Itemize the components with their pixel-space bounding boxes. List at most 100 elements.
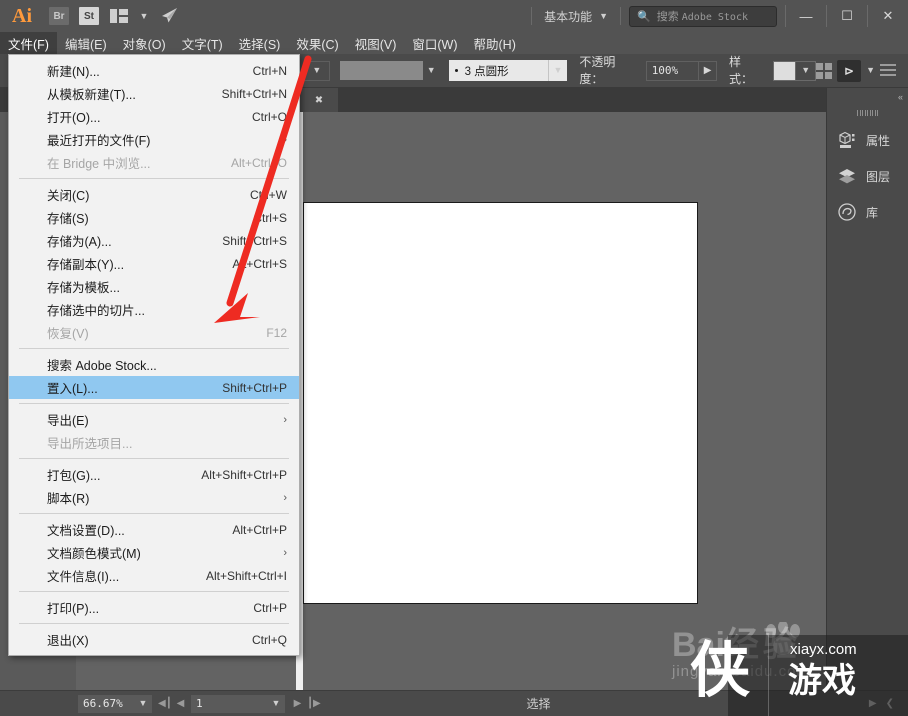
panel-layers[interactable]: 图层 [827,160,908,192]
fill-dropdown[interactable]: ▼ [304,60,330,81]
collapse-panels-icon[interactable]: « [827,88,908,106]
file-menu-item-label: 脚本(R) [47,492,90,506]
zoom-level-input[interactable]: 66.67% [78,694,134,713]
menu-type[interactable]: 文字(T) [174,32,231,54]
chevron-glyph: ▼ [139,10,149,21]
menu-separator [19,458,289,459]
brush-chevron-down-icon[interactable]: ▼ [547,60,568,81]
file-menu-item[interactable]: 存储(S) Ctrl+S [9,206,299,229]
file-menu-item: 恢复(V) F12 [9,321,299,344]
file-menu-item: 在 Bridge 中浏览... Alt+Ctrl+O [9,151,299,174]
close-button[interactable]: ✕ [868,0,908,32]
artboard-chevron-glyph: ▼ [271,698,281,708]
file-menu-item-label: 打开(O)... [47,111,101,125]
file-menu-item[interactable]: 文件信息(I)... Alt+Shift+Ctrl+I [9,564,299,587]
prev-artboard-icon[interactable]: ◀ [174,698,187,709]
panel-libraries[interactable]: 库 [827,196,908,228]
first-artboard-icon[interactable]: ◀┃ [158,698,172,709]
rocket-icon[interactable] [154,0,184,32]
artboard-number-input[interactable]: 1 [191,694,267,713]
file-menu-item-shortcut: Ctrl+W [250,187,287,202]
artboard[interactable] [303,202,698,604]
file-menu-item[interactable]: 导出(E) › [9,408,299,431]
stock-icon-label: St [79,7,99,25]
file-menu-item[interactable]: 打开(O)... Ctrl+O [9,105,299,128]
stroke-chevron-down-icon: ▼ [426,65,436,75]
stroke-swatch[interactable] [339,61,423,80]
panel-properties-label: 属性 [866,133,891,148]
menu-effect[interactable]: 效果(C) [288,32,346,54]
file-menu-item[interactable]: 从模板新建(T)... Shift+Ctrl+N [9,82,299,105]
style-chevron-glyph: ▼ [801,65,811,75]
menu-window[interactable]: 窗口(W) [404,32,465,54]
brush-definition-select[interactable]: 3 点圆形 [448,60,548,81]
document-setup-list-icon[interactable] [880,63,897,78]
menu-edit[interactable]: 编辑(E) [57,32,115,54]
brush-dot-icon [454,69,458,72]
status-collapse-icon[interactable]: ❮ [886,698,894,709]
menu-separator [19,513,289,514]
arrange-chevron-down-icon[interactable]: ▼ [134,0,154,32]
file-menu-item[interactable]: 关闭(C) Ctrl+W [9,183,299,206]
transform-chevron-down-icon[interactable]: ▼ [866,66,875,75]
control-bar-right-icons: ⊳ ▼ [816,59,908,82]
style-chevron-down-icon[interactable]: ▼ [796,60,817,81]
file-menu-item[interactable]: 存储为(A)... Shift+Ctrl+S [9,229,299,252]
file-menu-item[interactable]: 最近打开的文件(F) › [9,128,299,151]
panel-properties[interactable]: 属性 [827,124,908,156]
status-play-icon[interactable]: ▶ [869,698,877,709]
window-controls: — ☐ ✕ [785,0,908,32]
minimize-button[interactable]: — [786,0,826,32]
file-menu-item[interactable]: 文档颜色模式(M) › [9,541,299,564]
menu-object[interactable]: 对象(O) [115,32,174,54]
next-artboard-icon[interactable]: ▶ [291,698,304,709]
menu-help[interactable]: 帮助(H) [466,32,524,54]
file-menu-item-label: 存储(S) [47,212,89,226]
style-swatch[interactable] [772,60,797,81]
menu-file[interactable]: 文件(F) [0,32,57,54]
stock-search-placeholder: 搜索 Adobe Stock [656,11,748,23]
opacity-expand-icon[interactable]: ▶ [699,60,717,81]
file-menu-item[interactable]: 脚本(R) › [9,486,299,509]
opacity-input[interactable]: 100% [645,60,700,81]
file-menu-item[interactable]: 打印(P)... Ctrl+P [9,596,299,619]
file-menu-item-shortcut: Alt+Ctrl+P [232,522,287,537]
stock-search-input[interactable]: 🔍 搜索 Adobe Stock [629,5,777,27]
arrange-documents-icon[interactable] [104,0,134,32]
file-menu-item[interactable]: 新建(N)... Ctrl+N [9,59,299,82]
file-menu-dropdown[interactable]: 新建(N)... Ctrl+N 从模板新建(T)... Shift+Ctrl+N 打开(… [8,54,300,656]
file-menu-item[interactable]: 置入(L)... Shift+Ctrl+P [9,376,299,399]
file-menu-item[interactable]: 存储为模板... [9,275,299,298]
bridge-icon[interactable]: Br [44,0,74,32]
workspace-switcher[interactable]: 基本功能 ▼ [540,8,612,25]
stock-icon[interactable]: St [74,0,104,32]
dock-grip[interactable] [827,106,908,120]
file-menu-item-shortcut: Shift+Ctrl+S [222,233,287,248]
file-menu-item-label: 置入(L)... [47,382,98,396]
file-menu-item[interactable]: 打包(G)... Alt+Shift+Ctrl+P [9,463,299,486]
artboard-chevron-down-icon[interactable]: ▼ [267,694,285,713]
file-menu-item[interactable]: 文档设置(D)... Alt+Ctrl+P [9,518,299,541]
file-menu-item-label: 存储副本(Y)... [47,258,125,272]
align-icon[interactable] [816,62,833,79]
transform-icon[interactable]: ⊳ [837,59,862,82]
menu-separator [19,623,289,624]
file-menu-item-label: 关闭(C) [47,189,90,203]
menu-select[interactable]: 选择(S) [231,32,289,54]
file-menu-item[interactable]: 存储选中的切片... [9,298,299,321]
close-icon[interactable]: ✖ [315,95,323,106]
file-menu-item-shortcut: Ctrl+O [251,109,287,124]
workspace-label: 基本功能 [544,9,593,24]
file-menu-item[interactable]: 存储副本(Y)... Alt+Ctrl+S [9,252,299,275]
document-tab[interactable]: ✖ [300,88,338,112]
file-menu-item[interactable]: 搜索 Adobe Stock... [9,353,299,376]
zoom-chevron-down-icon[interactable]: ▼ [134,694,152,713]
file-menu-item[interactable]: 退出(X) Ctrl+Q [9,628,299,651]
titlebar-right-group: 基本功能 ▼ 🔍 搜索 Adobe Stock — ☐ ✕ [523,0,908,32]
last-artboard-icon[interactable]: ┃▶ [307,698,321,709]
stroke-dropdown[interactable]: ▼ [423,61,440,80]
maximize-button[interactable]: ☐ [827,0,867,32]
menu-view[interactable]: 视图(V) [347,32,405,54]
submenu-chevron-right-icon: › [283,133,287,146]
titlebar-divider-2 [620,7,621,25]
